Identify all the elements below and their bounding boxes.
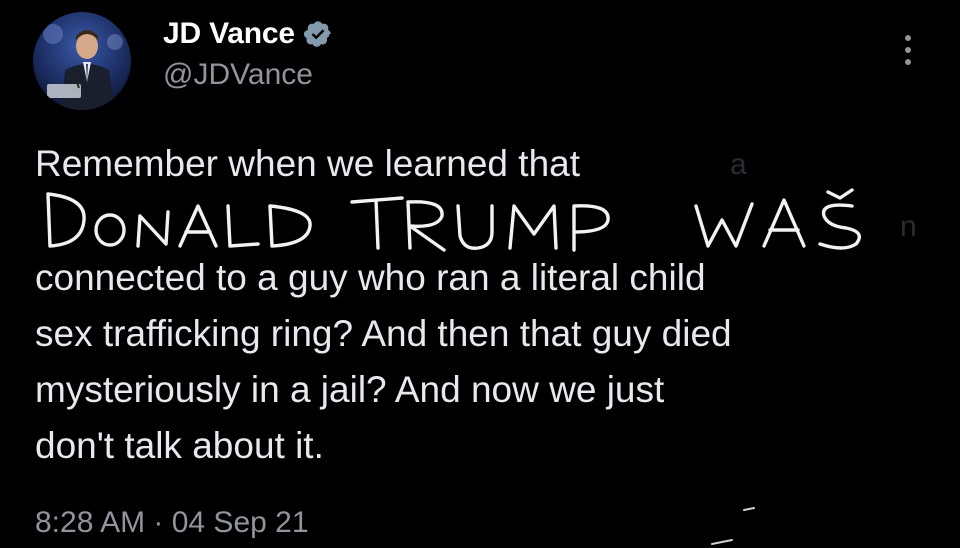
author-display-name[interactable]: JD Vance (163, 17, 295, 51)
tweet-timestamp[interactable]: 8:28 AM · 04 Sep 21 (35, 506, 309, 540)
stray-mark (743, 507, 755, 511)
avatar[interactable] (33, 12, 131, 110)
tweet-text-line: connected to a guy who ran a literal chi… (35, 257, 706, 298)
handwritten-overlay (46, 188, 861, 252)
tweet-text-line: don't talk about it. (35, 425, 324, 466)
stray-mark (711, 539, 733, 545)
more-options-icon[interactable] (896, 28, 920, 72)
verified-badge-icon (303, 19, 333, 49)
tweet-text-line: mysteriously in a jail? And now we just (35, 369, 665, 410)
author-name-row[interactable]: JD Vance (163, 14, 333, 54)
tweet-text-line: sex trafficking ring? And then that guy … (35, 313, 732, 354)
tweet-card: JD Vance @JDVance a n Remember when we l… (0, 0, 960, 548)
author-handle[interactable]: @JDVance (163, 58, 313, 92)
